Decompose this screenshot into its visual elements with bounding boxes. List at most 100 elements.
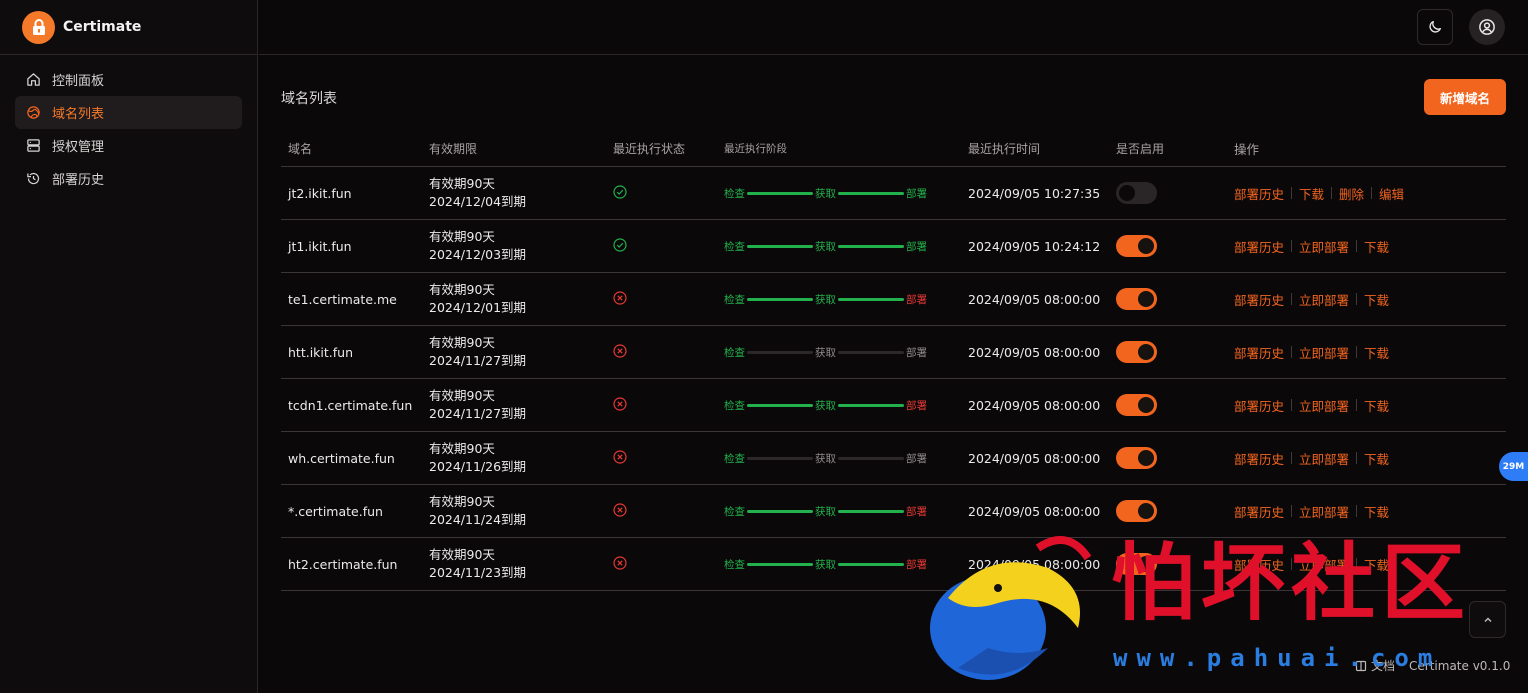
expiry-date: 2024/11/24到期 (429, 512, 527, 527)
stage-label: 检查 (724, 399, 745, 412)
action-link[interactable]: 下载 (1364, 290, 1389, 309)
validity-cell: 有效期90天 2024/11/24到期 (429, 493, 606, 529)
chevron-up-icon (1483, 616, 1492, 622)
enable-toggle[interactable] (1116, 341, 1157, 363)
enable-cell (1116, 288, 1234, 310)
floating-badge[interactable]: 29M (1499, 452, 1528, 481)
check-circle-icon (613, 237, 627, 255)
enable-cell (1116, 235, 1234, 257)
page-title: 域名列表 (281, 91, 337, 107)
footer: 文档 Certimate v0.1.0 (1355, 657, 1510, 674)
theme-toggle-button[interactable] (1417, 9, 1453, 45)
toggle-knob (1138, 556, 1154, 572)
x-circle-icon (613, 290, 627, 308)
action-link[interactable]: 立即部署 (1299, 290, 1349, 309)
action-link[interactable]: 部署历史 (1234, 184, 1284, 203)
validity-days: 有效期90天 (429, 176, 495, 191)
expiry-date: 2024/11/27到期 (429, 406, 527, 421)
enable-toggle[interactable] (1116, 500, 1157, 522)
add-domain-button[interactable]: 新增域名 (1424, 79, 1506, 115)
column-header: 最近执行状态 (613, 142, 686, 156)
action-separator (1356, 240, 1358, 252)
stage-label: 检查 (724, 293, 745, 306)
actions-cell: 部署历史 立即部署 下载 (1234, 290, 1506, 309)
action-separator (1291, 399, 1293, 411)
action-link[interactable]: 部署历史 (1234, 290, 1284, 309)
action-link[interactable]: 部署历史 (1234, 396, 1284, 415)
validity-days: 有效期90天 (429, 335, 495, 350)
user-menu-button[interactable] (1469, 9, 1505, 45)
sidebar-item-label: 域名列表 (52, 107, 105, 122)
status-cell (606, 184, 724, 202)
sidebar-item[interactable]: 授权管理 (15, 129, 242, 162)
stage-label: 获取 (815, 505, 836, 518)
toggle-knob (1138, 238, 1154, 254)
enable-toggle[interactable] (1116, 182, 1157, 204)
action-separator (1356, 558, 1358, 570)
last-run-time: 2024/09/05 08:00:00 (968, 397, 1101, 413)
action-link[interactable]: 编辑 (1379, 184, 1404, 203)
validity-days: 有效期90天 (429, 282, 495, 297)
validity-days: 有效期90天 (429, 388, 495, 403)
history-icon (25, 171, 41, 187)
status-cell (606, 237, 724, 255)
action-link[interactable]: 部署历史 (1234, 343, 1284, 362)
actions-cell: 部署历史 立即部署 下载 (1234, 237, 1506, 256)
action-link[interactable]: 下载 (1364, 396, 1389, 415)
brand[interactable]: Certimate (0, 0, 257, 55)
domain-cell: htt.ikit.fun (288, 344, 354, 360)
action-separator (1371, 187, 1373, 199)
action-link[interactable]: 部署历史 (1234, 449, 1284, 468)
enable-cell (1116, 553, 1234, 575)
stage-label: 部署 (906, 399, 927, 412)
column-header: 最近执行阶段 (724, 143, 787, 155)
action-link[interactable]: 删除 (1339, 184, 1364, 203)
action-link[interactable]: 下载 (1364, 237, 1389, 256)
sidebar-item[interactable]: 控制面板 (15, 63, 242, 96)
action-separator (1356, 293, 1358, 305)
action-link[interactable]: 下载 (1364, 449, 1389, 468)
expiry-date: 2024/12/03到期 (429, 247, 527, 262)
action-link[interactable]: 部署历史 (1234, 237, 1284, 256)
action-link[interactable]: 部署历史 (1234, 555, 1284, 574)
sidebar-item[interactable]: 域名列表 (15, 96, 242, 129)
action-link[interactable]: 立即部署 (1299, 449, 1349, 468)
action-link[interactable]: 下载 (1364, 502, 1389, 521)
enable-toggle[interactable] (1116, 394, 1157, 416)
status-cell (606, 290, 724, 308)
stage-connector (838, 456, 904, 460)
table-row: jt2.ikit.fun 有效期90天 2024/12/04到期 检查 获取 部署 2024… (281, 167, 1506, 220)
last-run-time: 2024/09/05 08:00:00 (968, 556, 1101, 572)
last-run-time: 2024/09/05 08:00:00 (968, 291, 1101, 307)
validity-cell: 有效期90天 2024/11/23到期 (429, 546, 606, 582)
enable-toggle[interactable] (1116, 235, 1157, 257)
docs-link[interactable]: 文档 (1355, 657, 1395, 674)
enable-toggle[interactable] (1116, 553, 1157, 575)
stage-cell: 检查 获取 部署 (724, 345, 968, 360)
enable-cell (1116, 500, 1234, 522)
sidebar-item[interactable]: 部署历史 (15, 162, 242, 195)
action-link[interactable]: 下载 (1299, 184, 1324, 203)
action-link[interactable]: 下载 (1364, 555, 1389, 574)
action-link[interactable]: 立即部署 (1299, 555, 1349, 574)
action-link[interactable]: 立即部署 (1299, 237, 1349, 256)
stage-label: 检查 (724, 240, 745, 253)
table-row: jt1.ikit.fun 有效期90天 2024/12/03到期 检查 获取 部署 2024… (281, 220, 1506, 273)
action-link[interactable]: 下载 (1364, 343, 1389, 362)
stage-label: 部署 (906, 187, 927, 200)
stage-cell: 检查 获取 部署 (724, 398, 968, 413)
table-row: tcdn1.certimate.fun 有效期90天 2024/11/27到期 检查 获… (281, 379, 1506, 432)
enable-toggle[interactable] (1116, 447, 1157, 469)
sidebar-item-label: 控制面板 (52, 74, 105, 89)
action-link[interactable]: 立即部署 (1299, 502, 1349, 521)
action-link[interactable]: 立即部署 (1299, 343, 1349, 362)
x-circle-icon (613, 396, 627, 414)
action-link[interactable]: 部署历史 (1234, 502, 1284, 521)
scroll-top-button[interactable] (1469, 601, 1506, 638)
action-link[interactable]: 立即部署 (1299, 396, 1349, 415)
stage-label: 获取 (815, 452, 836, 465)
enable-toggle[interactable] (1116, 288, 1157, 310)
validity-cell: 有效期90天 2024/12/04到期 (429, 175, 606, 211)
expiry-date: 2024/11/23到期 (429, 565, 527, 580)
toggle-knob (1138, 344, 1154, 360)
